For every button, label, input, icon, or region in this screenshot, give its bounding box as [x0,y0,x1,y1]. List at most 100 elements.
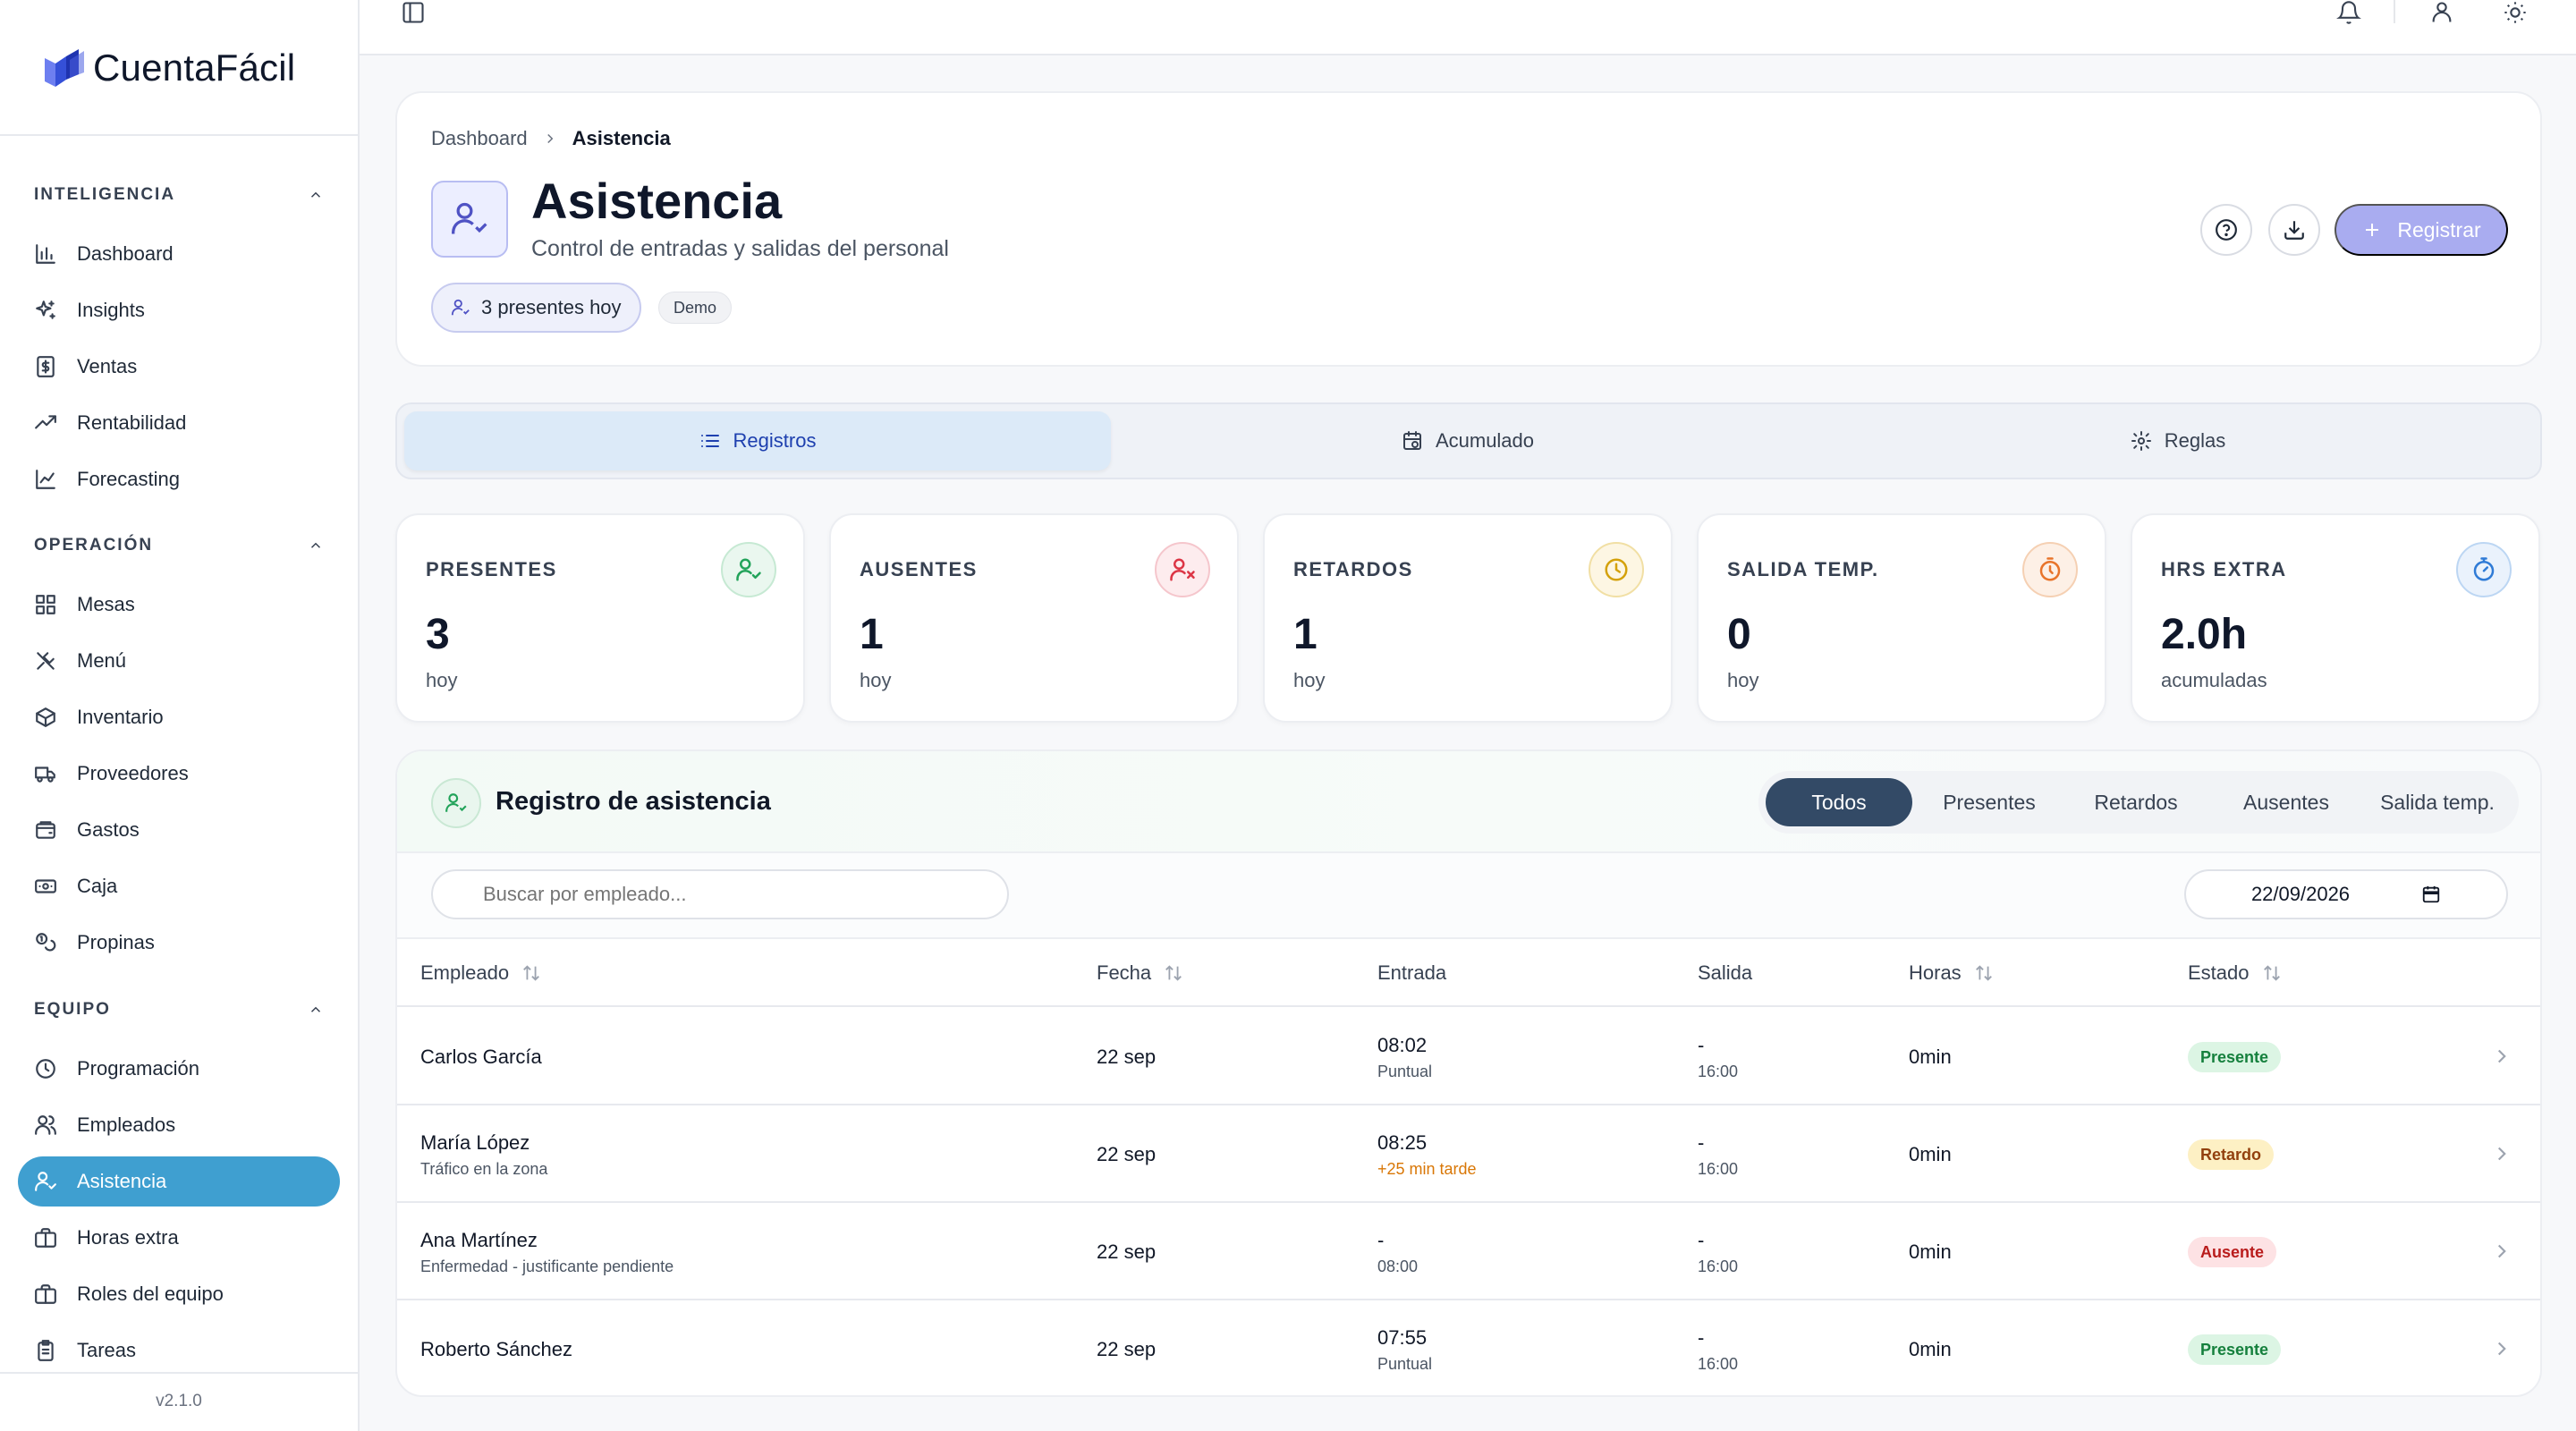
status-cell: Presente [2188,1009,2282,1105]
sidebar-item-mesas[interactable]: Mesas [18,580,340,630]
sidebar-item-asistencia[interactable]: Asistencia [18,1156,340,1207]
chevron-up-icon[interactable] [308,1002,324,1018]
user-check-icon [451,298,470,318]
sidebar-section-header[interactable]: INTELIGENCIA [0,175,358,215]
date-picker[interactable]: 22/09/2026 [2184,869,2508,919]
column-label: Estado [2188,961,2250,984]
column-header-horas[interactable]: Horas [1909,939,1994,1007]
download-icon [2283,218,2306,241]
user-check-icon [34,1170,57,1193]
employee-search-input[interactable] [431,869,1009,919]
sidebar-item-empleados[interactable]: Empleados [18,1100,340,1150]
sidebar-section-header[interactable]: OPERACIÓN [0,526,358,565]
brand-logo[interactable]: CuentaFácil [43,41,295,95]
stat-value: 3 [426,611,450,658]
sort-icon[interactable] [2262,963,2282,983]
table-toolbar: 22/09/2026 [397,853,2540,939]
sidebar-item-roles-del-equipo[interactable]: Roles del equipo [18,1269,340,1319]
sidebar-toggle-icon[interactable] [401,0,426,25]
sort-icon[interactable] [521,963,541,983]
sidebar-item-label: Forecasting [77,468,180,490]
exit-time: - [1698,1325,1705,1349]
wallet-icon [34,818,57,842]
sidebar-item-menu[interactable]: Menú [18,636,340,686]
table-row[interactable]: Ana Martínez Enfermedad - justificante pe… [397,1204,2540,1300]
column-header-fecha[interactable]: Fecha [1097,939,1183,1007]
sidebar-item-horas-extra[interactable]: Horas extra [18,1213,340,1263]
sidebar-item-label: Gastos [77,818,140,841]
column-header-estado[interactable]: Estado [2188,939,2282,1007]
table-row[interactable]: María López Tráfico en la zona 22 sep 08:25… [397,1106,2540,1203]
entry-time: 08:25 [1377,1130,1428,1154]
sidebar-item-inventario[interactable]: Inventario [18,692,340,742]
sidebar-item-dashboard[interactable]: Dashboard [18,229,340,279]
employee-cell: Roberto Sánchez [420,1301,572,1395]
filter-presentes[interactable]: Presentes [1916,778,2063,826]
user-icon[interactable] [2429,0,2454,25]
help-button[interactable] [2200,204,2252,256]
chevron-right-icon[interactable] [2490,1142,2513,1165]
chevron-right-icon[interactable] [2490,1240,2513,1263]
gear-icon [2131,430,2152,452]
sun-icon[interactable] [2503,0,2528,25]
tab-reglas[interactable]: Reglas [1825,411,2531,470]
exit-note: 16:00 [1698,1159,1739,1178]
tab-registros[interactable]: Registros [404,411,1111,470]
stat-value: 0 [1727,611,1751,658]
chevron-right-icon[interactable] [2490,1045,2513,1068]
sidebar-item-label: Caja [77,875,118,897]
chevron-up-icon[interactable] [308,538,324,554]
sidebar-item-proveedores[interactable]: Proveedores [18,749,340,799]
chevron-right-icon [542,131,558,147]
chevron-right-icon[interactable] [2490,1337,2513,1360]
filter-salida-temp[interactable]: Salida temp. [2363,778,2512,826]
plus-icon [2361,219,2383,241]
sidebar-item-propinas[interactable]: Propinas [18,918,340,968]
sidebar-item-tareas[interactable]: Tareas [18,1325,340,1376]
sidebar-item-gastos[interactable]: Gastos [18,805,340,855]
clock-icon [1589,542,1644,597]
hours-cell: 0min [1909,1204,1952,1300]
column-header-empleado[interactable]: Empleado [420,939,541,1007]
clipboard-icon [34,1339,57,1362]
attendance-log-card: Registro de asistencia Todos Presentes Ret… [395,749,2542,1397]
chevron-up-icon[interactable] [308,187,324,203]
sort-icon[interactable] [1974,963,1994,983]
column-header-salida: Salida [1698,939,1752,1007]
filter-retardos[interactable]: Retardos [2063,778,2209,826]
entry-note: Puntual [1377,1062,1433,1080]
sidebar-divider [0,134,358,136]
sort-icon[interactable] [1164,963,1183,983]
trending-up-icon [34,411,57,435]
tab-acumulado[interactable]: Acumulado [1114,411,1821,470]
sidebar-item-caja[interactable]: Caja [18,861,340,911]
calendar-clock-icon [1402,430,1423,452]
sidebar-item-forecasting[interactable]: Forecasting [18,454,340,504]
sidebar-item-rentabilidad[interactable]: Rentabilidad [18,398,340,448]
help-circle-icon [2215,218,2238,241]
tab-label: Acumulado [1435,429,1535,452]
hours-value: 0min [1909,1240,1952,1263]
entry-note: 08:00 [1377,1257,1419,1275]
grid-icon [34,593,57,616]
stat-value: 2.0h [2161,611,2248,658]
table-header: Empleado Fecha Entrada Salida Horas Estado [397,939,2540,1007]
table-row[interactable]: Carlos García 22 sep 08:02 Puntual - 16:00 0mi… [397,1009,2540,1105]
register-button[interactable]: Registrar [2334,204,2508,256]
filter-ausentes[interactable]: Ausentes [2213,778,2360,826]
sidebar-item-ventas[interactable]: Ventas [18,342,340,392]
date-value: 22 sep [1097,1046,1157,1068]
filter-todos[interactable]: Todos [1766,778,1912,826]
stopwatch-icon [2456,542,2512,597]
employee-name: Ana Martínez [420,1228,538,1251]
topbar [360,0,2576,55]
date-value: 22 sep [1097,1338,1157,1360]
sidebar-item-insights[interactable]: Insights [18,285,340,335]
sidebar-section-header[interactable]: EQUIPO [0,990,358,1029]
sidebar-item-programacion[interactable]: Programación [18,1044,340,1094]
table-row[interactable]: Roberto Sánchez 22 sep 07:55 Puntual - 16:00 0… [397,1301,2540,1395]
download-button[interactable] [2268,204,2320,256]
breadcrumb-parent[interactable]: Dashboard [431,127,528,150]
bell-icon[interactable] [2336,0,2361,25]
employee-note: Tráfico en la zona [420,1159,548,1178]
